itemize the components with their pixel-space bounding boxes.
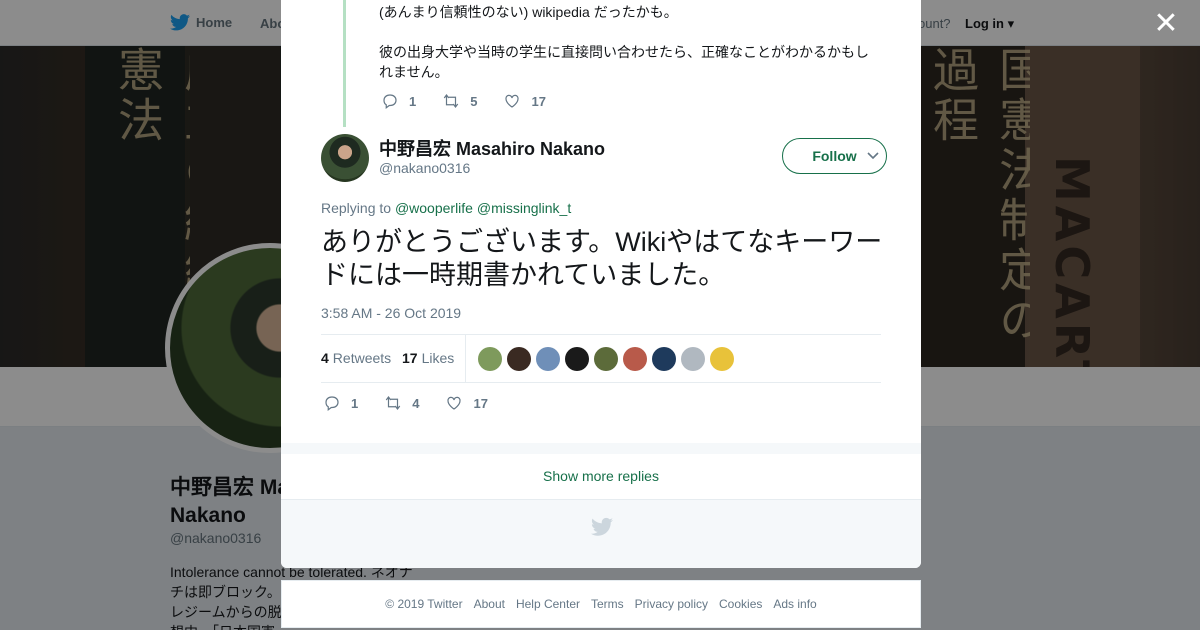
retweet-icon (386, 396, 401, 410)
replying-user-link[interactable]: @wooperlife (395, 200, 473, 216)
reply-icon (325, 396, 339, 411)
chevron-down-icon[interactable] (866, 148, 880, 162)
tweet-text: ありがとうございます。Wikiやはてなキーワードには一時期書かれていました。 (321, 227, 883, 290)
author-name[interactable]: 中野昌宏 Masahiro Nakano (379, 135, 605, 161)
like-button[interactable]: 17 (503, 92, 546, 110)
previous-tweet-line: (あんまり信頼性のない) wikipedia だったかも。 (379, 4, 678, 20)
twitter-bird-icon (591, 517, 613, 537)
replying-user-link[interactable]: @missinglink_t (477, 200, 571, 216)
likes-stat-count: 17 (402, 350, 418, 366)
heart-icon (447, 396, 462, 410)
tweet-timestamp[interactable]: 3:58 AM - 26 Oct 2019 (321, 305, 461, 321)
liker-avatar[interactable] (478, 347, 502, 371)
previous-tweet-actions: 1 5 17 (381, 92, 572, 110)
reply-count: 1 (409, 93, 417, 109)
footer-copyright: © 2019 Twitter (385, 597, 463, 611)
author-handle[interactable]: @nakano0316 (379, 160, 470, 176)
footer-link-cookies[interactable]: Cookies (719, 597, 762, 611)
liker-avatar[interactable] (536, 347, 560, 371)
close-icon[interactable]: ✕ (1152, 9, 1180, 39)
likes-stat[interactable]: 17 Likes (402, 350, 454, 366)
stats-divider (465, 335, 466, 382)
liker-avatar[interactable] (507, 347, 531, 371)
liker-avatar[interactable] (681, 347, 705, 371)
reply-button[interactable]: 1 (381, 92, 416, 110)
legal-footer: © 2019 Twitter About Help Center Terms P… (281, 580, 921, 628)
previous-tweet-line: 彼の出身大学や当時の学生に直接問い合わせたら、正確なことがわかるかもしれません。 (379, 44, 869, 80)
replying-prefix: Replying to (321, 200, 392, 216)
retweet-count: 4 (412, 395, 420, 411)
liker-avatar[interactable] (710, 347, 734, 371)
liker-avatar[interactable] (594, 347, 618, 371)
tweet-actions: 1 4 17 (323, 394, 514, 412)
tweet-author: 中野昌宏 Masahiro Nakano @nakano0316 Follow (321, 134, 901, 184)
footer-link-ads-info[interactable]: Ads info (773, 597, 816, 611)
likes-stat-label: Likes (421, 350, 455, 366)
tweet-modal: (あんまり信頼性のない) wikipedia だったかも。 彼の出身大学や当時の… (281, 0, 921, 568)
reply-button[interactable]: 1 (323, 394, 358, 412)
retweet-icon (444, 94, 459, 108)
previous-tweet-text: (あんまり信頼性のない) wikipedia だったかも。 彼の出身大学や当時の… (379, 2, 879, 102)
reply-count: 1 (351, 395, 359, 411)
retweet-button[interactable]: 5 (442, 92, 477, 110)
replying-to: Replying to @wooperlife @missinglink_t (321, 200, 571, 216)
show-more-replies-button[interactable]: Show more replies (281, 454, 921, 500)
tweet-stats: 4 Retweets 17 Likes (321, 334, 881, 383)
retweet-button[interactable]: 4 (384, 394, 419, 412)
like-count: 17 (473, 395, 488, 411)
retweets-stat-label: Retweets (332, 350, 392, 366)
reply-icon (383, 94, 397, 109)
liker-avatars (478, 347, 734, 371)
footer-link-privacy[interactable]: Privacy policy (635, 597, 708, 611)
retweets-stat-count: 4 (321, 350, 329, 366)
liker-avatar[interactable] (623, 347, 647, 371)
footer-link-about[interactable]: About (474, 597, 505, 611)
retweet-count: 5 (470, 93, 478, 109)
author-avatar[interactable] (321, 134, 369, 182)
liker-avatar[interactable] (652, 347, 676, 371)
heart-icon (505, 94, 520, 108)
retweets-stat[interactable]: 4 Retweets (321, 350, 391, 366)
liker-avatar[interactable] (565, 347, 589, 371)
thread-line (343, 0, 346, 127)
footer-link-help-center[interactable]: Help Center (516, 597, 580, 611)
footer-link-terms[interactable]: Terms (591, 597, 624, 611)
like-count: 17 (531, 93, 546, 109)
like-button[interactable]: 17 (445, 394, 488, 412)
